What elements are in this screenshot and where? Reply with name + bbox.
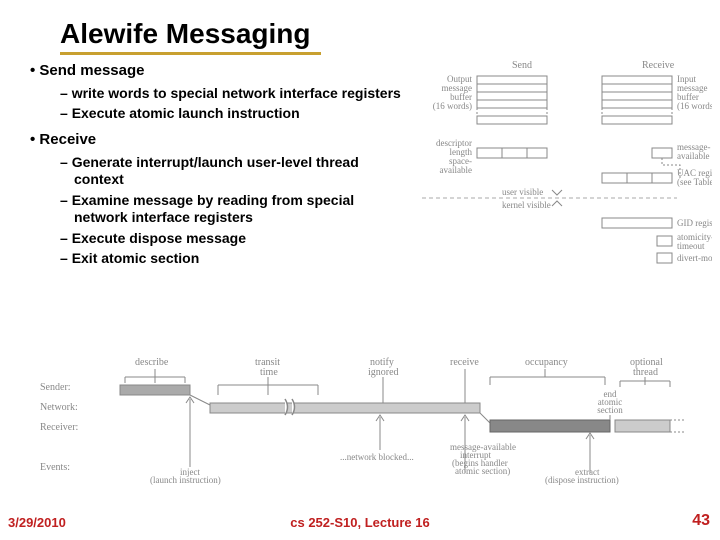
bullet-send-sub1: write words to special network interface… [34,85,410,103]
svg-text:(dispose instruction): (dispose instruction) [545,475,619,485]
bullet-send-sub2: Execute atomic launch instruction [34,105,410,123]
bullet-receive: Receive [20,131,410,150]
svg-text:...network blocked...: ...network blocked... [340,452,414,462]
svg-text:divert-mode: divert-mode [677,253,712,263]
diagram-registers: Send Receive Output message buffer (16 w… [412,58,712,288]
svg-text:kernel visible: kernel visible [502,200,551,210]
svg-text:user visible: user visible [502,187,543,197]
svg-text:atomic section): atomic section) [455,466,510,476]
svg-text:Network:: Network: [40,402,78,413]
svg-text:occupancy: occupancy [525,357,568,368]
svg-text:describe: describe [135,357,169,368]
svg-text:receive: receive [450,357,479,368]
svg-text:ignored: ignored [368,367,399,378]
input-buffer [602,76,672,108]
bullet-recv-sub3: Execute dispose message [34,230,410,248]
svg-text:GID register: GID register [677,218,712,228]
bullet-recv-sub1: Generate interrupt/launch user-level thr… [34,154,410,189]
svg-text:available: available [677,151,709,161]
svg-text:time: time [260,367,278,378]
label-send: Send [512,60,532,71]
svg-text:(16 words): (16 words) [677,101,712,111]
svg-text:(16 words): (16 words) [433,101,472,111]
bullet-recv-sub2: Examine message by reading from special … [34,192,410,227]
svg-text:(see Table 3): (see Table 3) [677,177,712,187]
svg-text:Sender:: Sender: [40,382,71,393]
svg-text:(launch instruction): (launch instruction) [150,475,221,485]
diagram-timeline: describe transit time notify ignored rec… [30,355,690,485]
footer-center: cs 252-S10, Lecture 16 [0,515,720,530]
footer-page: 43 [692,512,710,530]
bullet-recv-sub4: Exit atomic section [34,250,410,268]
svg-text:Receiver:: Receiver: [40,422,78,433]
svg-text:Events:: Events: [40,462,70,473]
label-receive: Receive [642,60,675,71]
slide-title: Alewife Messaging [60,18,321,55]
output-buffer [477,76,547,108]
svg-text:section: section [597,405,623,415]
svg-text:timeout: timeout [677,241,705,251]
svg-text:available: available [440,165,472,175]
content-area: Send message write words to special netw… [20,62,410,271]
bullet-send: Send message [20,62,410,81]
svg-text:thread: thread [633,367,658,378]
